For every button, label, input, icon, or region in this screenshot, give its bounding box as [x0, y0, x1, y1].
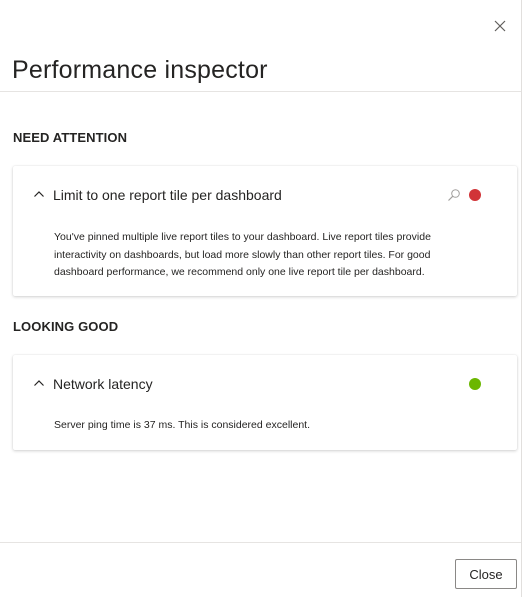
close-icon[interactable] [489, 15, 511, 37]
chevron-up-icon[interactable] [33, 190, 45, 198]
limit-report-tile-title: Limit to one report tile per dashboard [53, 187, 282, 203]
need-attention-heading: NEED ATTENTION [13, 130, 128, 145]
search-icon[interactable] [447, 188, 461, 202]
chevron-up-icon[interactable] [33, 379, 45, 387]
network-latency-title: Network latency [53, 376, 153, 392]
status-dot-red [469, 189, 481, 201]
limit-report-tile-card: Limit to one report tile per dashboard Y… [13, 166, 517, 296]
looking-good-heading: LOOKING GOOD [13, 319, 119, 334]
limit-report-tile-card-header[interactable]: Limit to one report tile per dashboard [13, 166, 517, 224]
dialog-title: Performance inspector [12, 56, 268, 84]
header-divider [0, 91, 521, 92]
network-latency-description: Server ping time is 37 ms. This is consi… [54, 419, 310, 431]
network-latency-card-header[interactable]: Network latency [13, 355, 517, 413]
status-dot-green [469, 378, 481, 390]
footer-divider [0, 542, 521, 543]
network-latency-card: Network latency Server ping time is 37 m… [13, 355, 517, 450]
close-button[interactable]: Close [455, 559, 517, 589]
performance-inspector-dialog: Performance inspector NEED ATTENTION Lim… [0, 0, 522, 597]
limit-report-tile-description: You've pinned multiple live report tiles… [54, 231, 431, 278]
